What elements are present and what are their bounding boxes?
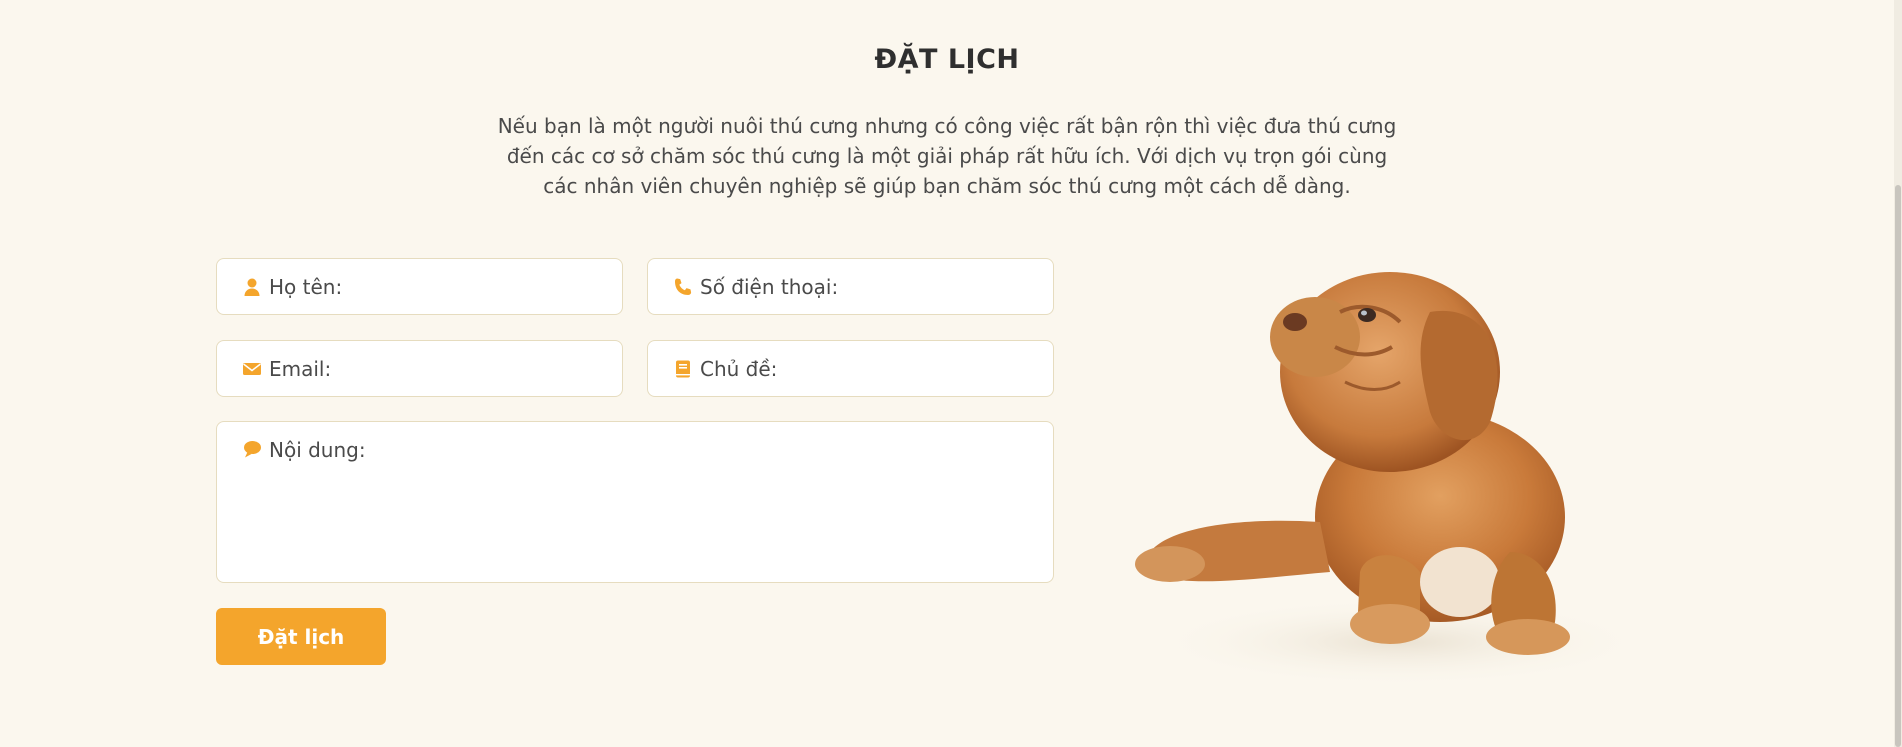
description-line: đến các cơ sở chăm sóc thú cưng là một g… xyxy=(506,144,1388,168)
content-textarea[interactable]: Nội dung: xyxy=(216,421,1054,583)
content-placeholder: Nội dung: xyxy=(269,438,366,462)
phone-placeholder: Số điện thoại: xyxy=(700,274,839,299)
description-line: Nếu bạn là một người nuôi thú cưng nhưng… xyxy=(497,114,1397,138)
user-icon xyxy=(241,276,263,298)
book-icon xyxy=(672,358,694,380)
section-description: Nếu bạn là một người nuôi thú cưng nhưng… xyxy=(497,111,1397,201)
email-field[interactable]: Email: xyxy=(216,340,623,397)
topic-field[interactable]: Chủ đề: xyxy=(647,340,1054,397)
name-placeholder: Họ tên: xyxy=(269,274,343,299)
page-scrollbar[interactable] xyxy=(1894,0,1902,747)
envelope-icon xyxy=(241,358,263,380)
booking-section: ĐẶT LỊCH Nếu bạn là một người nuôi thú c… xyxy=(0,0,1902,747)
comment-icon xyxy=(241,438,263,460)
topic-placeholder: Chủ đề: xyxy=(700,356,778,381)
puppy-image xyxy=(1130,252,1650,692)
phone-icon xyxy=(672,276,694,298)
description-line: các nhân viên chuyên nghiệp sẽ giúp bạn … xyxy=(543,174,1351,198)
email-placeholder: Email: xyxy=(269,356,332,381)
submit-booking-button[interactable]: Đặt lịch xyxy=(216,608,386,665)
scrollbar-thumb[interactable] xyxy=(1895,185,1901,747)
phone-field[interactable]: Số điện thoại: xyxy=(647,258,1054,315)
name-field[interactable]: Họ tên: xyxy=(216,258,623,315)
section-title: ĐẶT LỊCH xyxy=(874,44,1020,75)
